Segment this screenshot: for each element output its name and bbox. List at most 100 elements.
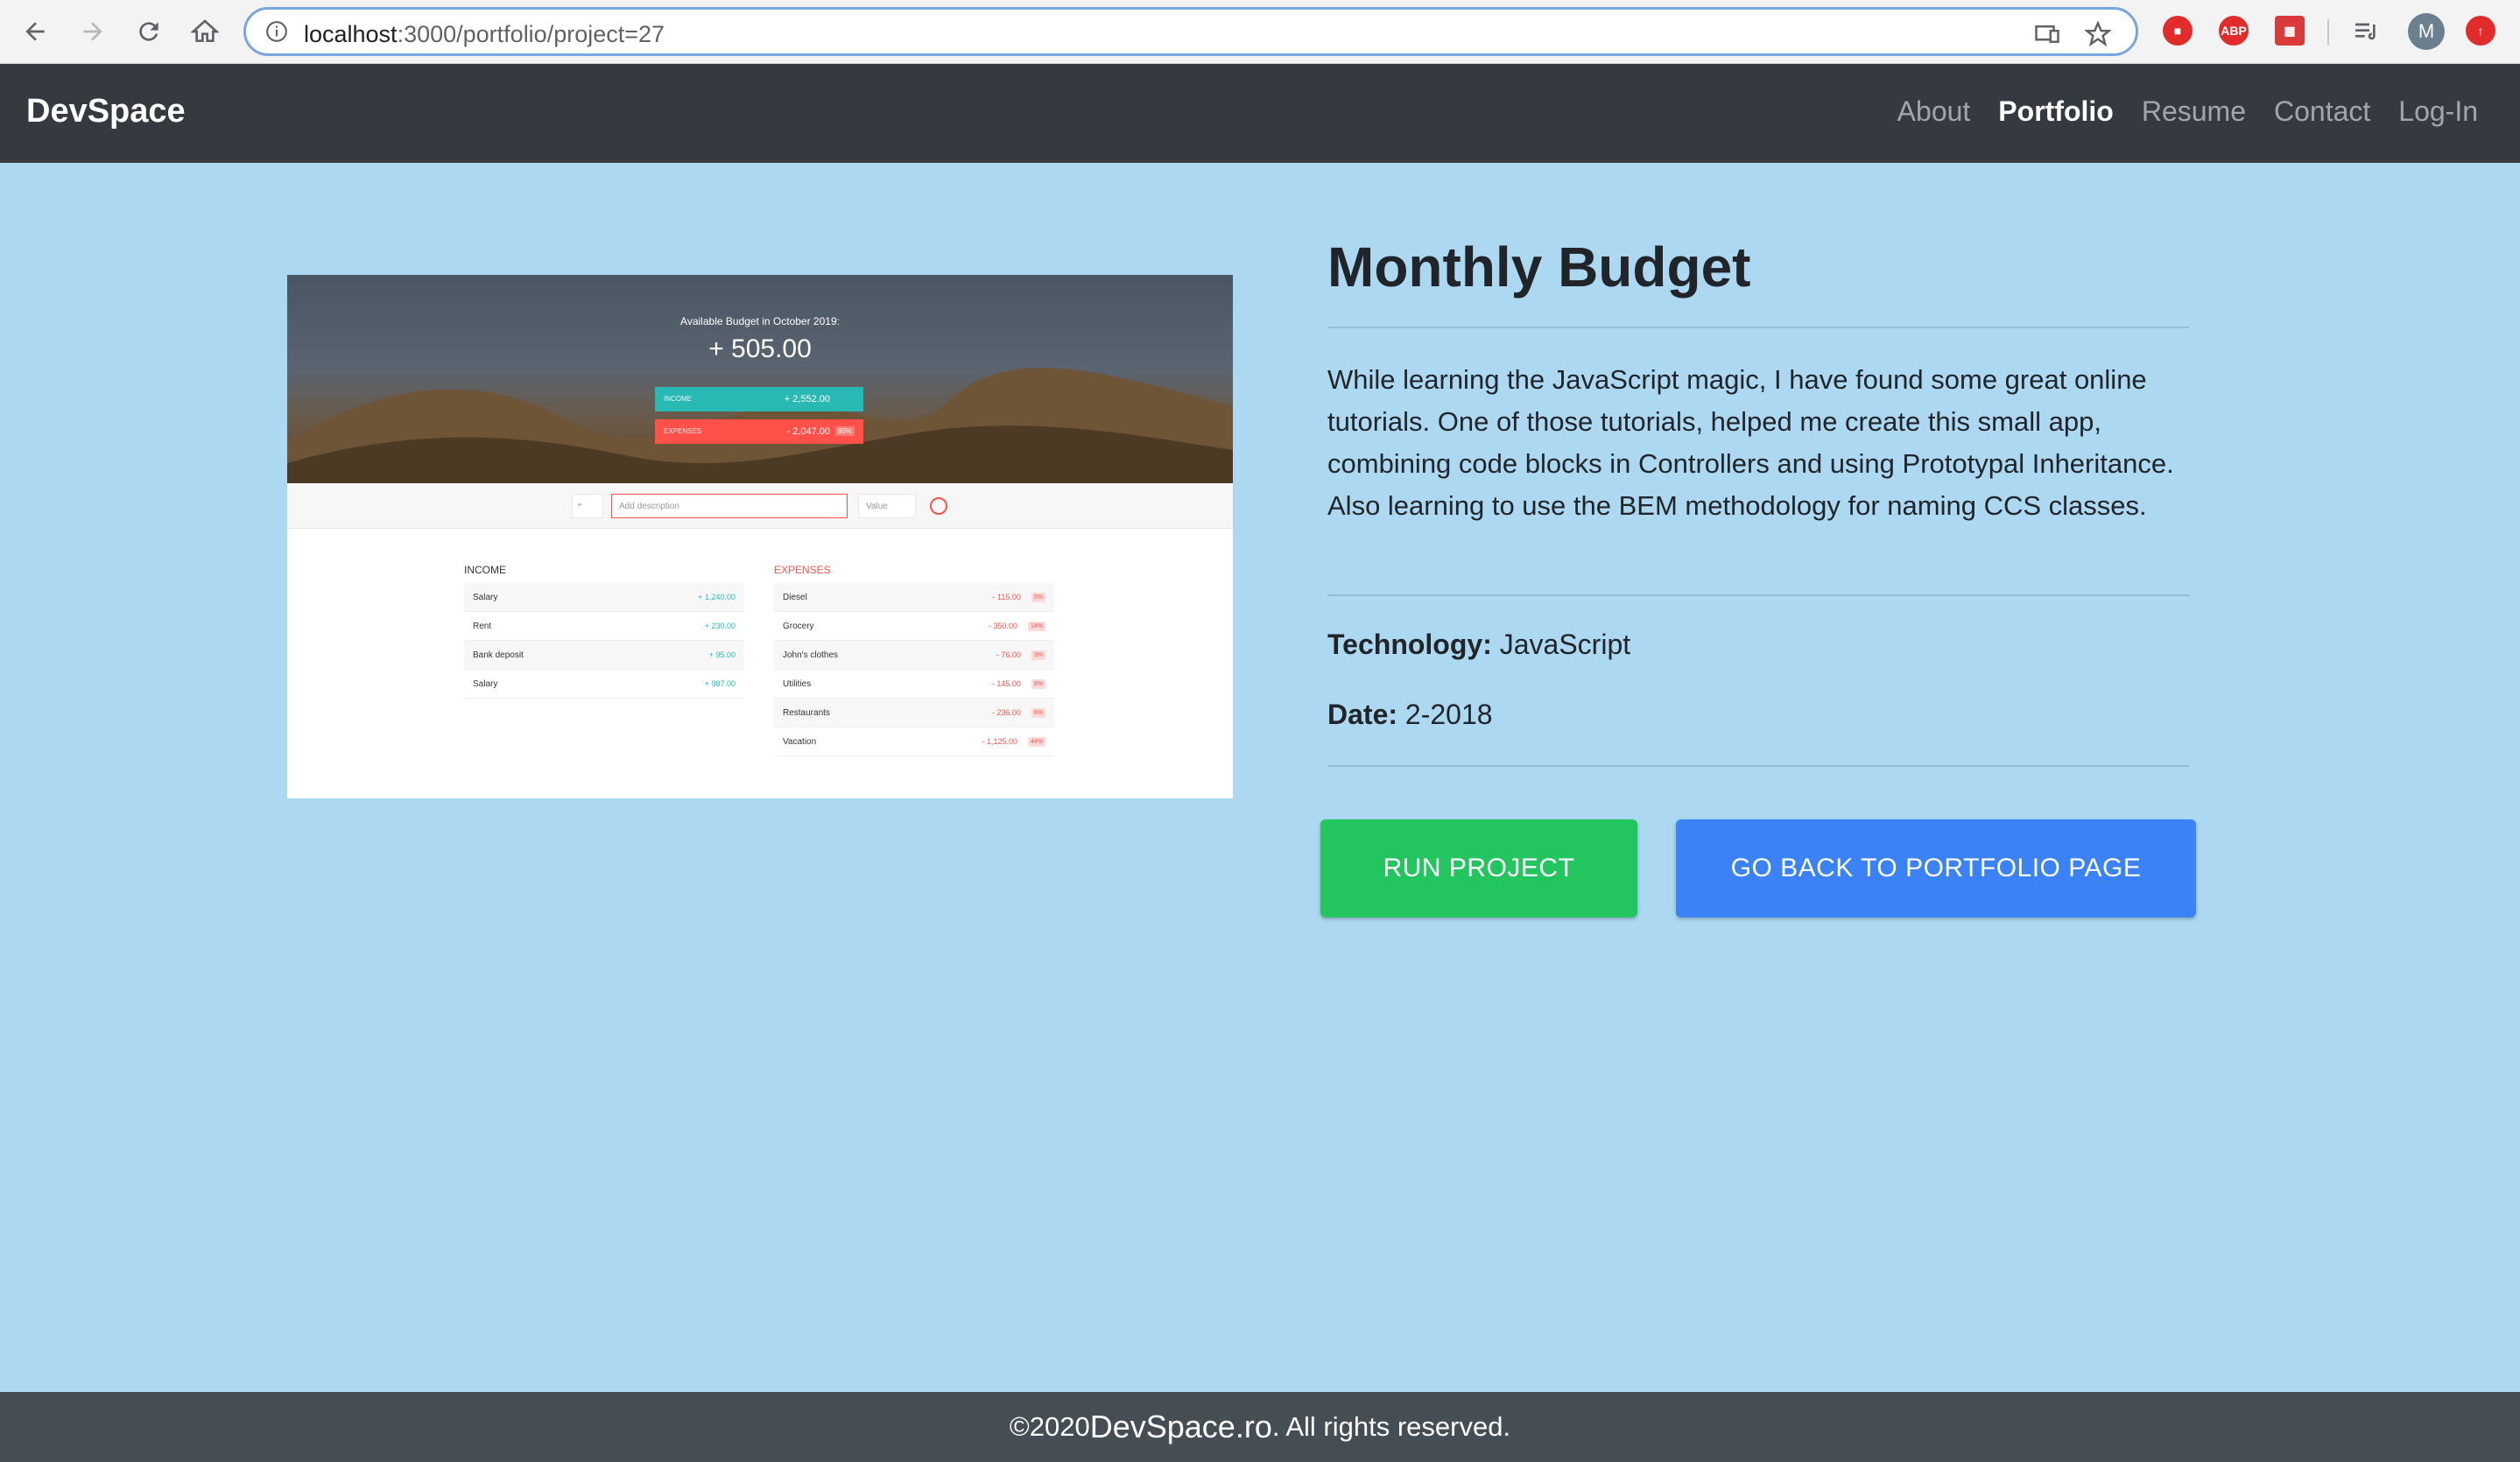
list-item: Utilities - 145.00 6% [774,670,1054,699]
item-value-group: - 350.00 14% [988,621,1045,631]
item-value-group: + 987.00 [705,679,736,688]
item-name: Vacation [783,736,817,747]
nav-link-contact[interactable]: Contact [2274,95,2370,128]
item-name: Grocery [783,621,814,631]
budget-header-label: Available Budget in October 2019: [680,315,840,327]
address-bar[interactable]: localhost:3000/portfolio/project=27 [243,7,2138,56]
preview-type-select: + [572,494,603,518]
back-to-portfolio-button[interactable]: GO BACK TO PORTFOLIO PAGE [1676,819,2196,917]
nav-link-portfolio[interactable]: Portfolio [1998,95,2114,128]
forward-arrow-icon[interactable] [74,12,112,51]
bookmark-star-icon[interactable] [2085,21,2111,47]
back-arrow-icon[interactable] [16,12,54,51]
item-value: - 1,125.00 [982,737,1017,746]
site-info-icon[interactable] [265,20,288,43]
item-name: Rent [473,621,492,631]
item-value: - 76.00 [996,650,1021,659]
divider [1327,765,2189,767]
media-control-icon[interactable] [2352,18,2380,46]
nav-link-login[interactable]: Log-In [2398,95,2478,128]
footer-prefix: ©2020 [1009,1411,1090,1442]
reload-icon[interactable] [130,12,168,51]
item-value-group: - 1,125.00 44% [982,736,1045,747]
technology-label: Technology: [1327,629,1492,660]
divider [1327,594,2189,596]
site-navbar: DevSpace About Portfolio Resume Contact … [0,64,2520,163]
date-value: 2-2018 [1404,699,1493,730]
list-item: Grocery - 350.00 14% [774,612,1054,641]
divider [1327,327,2189,328]
project-preview-image: Available Budget in October 2019: + 505.… [287,275,1233,798]
item-percentage-badge: 9% [1031,707,1045,718]
hills-illustration [287,368,1233,483]
item-value: - 145.00 [991,679,1021,688]
item-value: + 1,240.00 [698,593,736,601]
nav-links: About Portfolio Resume Contact Log-In [1897,95,2478,128]
item-value: - 350.00 [988,622,1017,630]
item-value-group: - 76.00 3% [996,650,1045,660]
item-percentage-badge: 5% [1031,592,1045,602]
item-value: - 115.00 [992,593,1021,601]
preview-add-bar: + Add description Value [287,483,1233,529]
url-text: localhost:3000/portfolio/project=27 [304,21,665,47]
item-value-group: + 95.00 [709,650,736,659]
footer-brand[interactable]: DevSpace.ro [1090,1409,1272,1445]
item-percentage-badge: 14% [1027,621,1045,631]
preview-description-field: Add description [611,494,848,518]
item-percentage-badge: 44% [1027,736,1045,747]
list-item: Rent + 230.00 [464,612,744,641]
project-title: Monthly Budget [1327,235,1751,299]
date-line: Date: 2-2018 [1327,699,1493,731]
adblock-plus-icon[interactable]: ABP [2219,16,2249,46]
preview-income-list: Income Salary + 1,240.00 Rent + 230.00 Bank … [464,564,744,699]
item-value: + 987.00 [704,679,736,688]
site-footer: ©2020 DevSpace.ro . All rights reserved. [0,1392,2520,1462]
technology-line: Technology: JavaScript [1327,629,1630,661]
item-name: Restaurants [783,707,830,718]
cast-icon[interactable] [2034,21,2060,47]
list-item: Bank deposit + 95.00 [464,641,744,670]
brand-logo[interactable]: DevSpace [26,93,186,130]
income-summary-bar: INCOME + 2,552.00 [655,387,863,411]
item-value-group: - 115.00 5% [992,592,1045,602]
item-name: Utilities [783,678,812,689]
item-value: + 95.00 [708,650,736,659]
item-value-group: + 230.00 [705,622,736,630]
item-name: Salary [473,678,498,689]
item-value-group: - 145.00 6% [991,678,1045,689]
list-item: Restaurants - 236.00 9% [774,699,1054,727]
item-value-group: - 236.00 9% [991,707,1045,718]
footer-suffix: . All rights reserved. [1271,1411,1511,1442]
browser-toolbar: localhost:3000/portfolio/project=27 ■ AB… [0,0,2520,64]
home-icon[interactable] [186,12,224,51]
item-value: - 236.00 [991,708,1021,717]
project-description: While learning the JavaScript magic, I h… [1327,364,2174,521]
technology-value: JavaScript [1499,629,1631,660]
item-name: Diesel [783,592,807,602]
preview-hero: Available Budget in October 2019: + 505.… [287,275,1233,483]
extension-icon[interactable]: ▦ [2275,16,2305,46]
profile-avatar[interactable]: M [2408,13,2445,50]
list-item: Vacation - 1,125.00 44% [774,727,1054,756]
item-percentage-badge: 6% [1031,678,1045,689]
ublock-extension-icon[interactable]: ■ [2163,16,2193,46]
toolbar-divider [2327,19,2329,46]
item-percentage-badge: 3% [1031,650,1045,660]
list-item: Salary + 1,240.00 [464,583,744,612]
item-value: + 230.00 [704,622,736,630]
item-value-group: + 1,240.00 [698,593,736,601]
budget-header-value: + 505.00 [708,334,812,363]
item-name: Bank deposit [473,650,524,660]
nav-link-about[interactable]: About [1897,95,1971,128]
run-project-button[interactable]: RUN PROJECT [1320,819,1637,917]
list-item: John's clothes - 76.00 3% [774,641,1054,670]
item-name: John's clothes [783,650,839,660]
nav-link-resume[interactable]: Resume [2142,95,2246,128]
item-name: Salary [473,592,498,602]
list-item: Salary + 987.00 [464,670,744,699]
preview-value-field: Value [858,494,916,518]
preview-expenses-list: Expenses Diesel - 115.00 5% Grocery - 350.00… [774,564,1054,756]
list-item: Diesel - 115.00 5% [774,583,1054,612]
preview-check-icon [930,497,947,515]
update-icon[interactable]: ↑ [2466,16,2495,46]
